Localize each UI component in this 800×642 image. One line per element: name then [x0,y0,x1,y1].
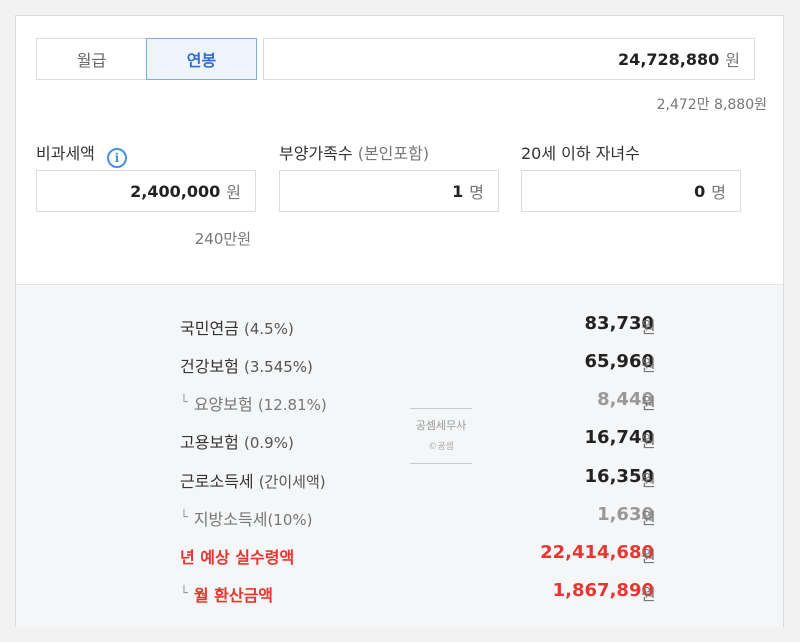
annual-net-row: 년 예상 실수령액 22,414,680 원 [16,542,783,568]
result-unit: 원 [641,585,656,604]
dependents-input[interactable]: 1 명 [279,170,499,212]
result-unit: 원 [641,509,656,528]
nontax-label: 비과세액 [36,144,95,163]
nontax-korean-text: 240만원 [194,230,251,248]
dependents-value: 1 [452,181,464,201]
sub-item-corner-icon: └ [180,395,188,410]
nontax-label-group: 비과세액 i [36,140,127,168]
dependents-label: 부양가족수 [279,144,353,163]
children-value: 0 [694,181,706,201]
salary-input[interactable]: 24,728,880 원 [263,38,755,80]
annual-net-label: 년 예상 실수령액 [180,548,295,567]
result-unit: 원 [641,356,656,375]
result-unit: 원 [641,394,656,413]
result-label: 국민연금 (4.5%) [180,319,294,338]
salary-korean-text: 2,472만 8,880원 [656,97,767,113]
dependents-label-group: 부양가족수 (본인포함) [279,140,429,164]
result-row: 고용보험 (0.9%) 16,740 원 [16,427,783,453]
tab-monthly[interactable]: 월급 [36,38,147,80]
result-row-sub: └ 지방소득세(10%) 1,630 원 [16,504,783,530]
input-section: 월급 연봉 24,728,880 원 2,472만 8,880원 비과세액 i 부… [16,16,783,284]
annual-net-value: 22,414,680 [540,542,654,563]
nontax-unit: 원 [226,183,241,202]
tab-annual[interactable]: 연봉 [146,38,257,80]
stamp-line1: 공셈세무사 [415,419,467,432]
salary-value: 24,728,880 [618,49,720,69]
info-icon[interactable]: i [106,148,127,168]
result-unit: 원 [641,547,656,566]
result-label: 건강보험 (3.545%) [180,357,313,376]
nontax-value: 2,400,000 [130,181,221,201]
watermark-stamp: 공셈세무사 ©공셈 [410,408,472,464]
nontax-input[interactable]: 2,400,000 원 [36,170,256,212]
result-label: 고용보험 (0.9%) [180,433,294,452]
result-label: 근로소득세 (간이세액) [180,472,326,491]
result-unit: 원 [641,471,656,490]
result-label: └ 지방소득세(10%) [180,510,313,529]
results-section: 국민연금 (4.5%) 83,730 원 건강보험 (3.545%) 65,96… [16,284,783,628]
dependents-unit: 명 [469,183,484,202]
children-unit: 명 [711,183,726,202]
monthly-net-row: └ 월 환산금액 1,867,890 원 [16,580,783,606]
result-row: 근로소득세 (간이세액) 16,350 원 [16,466,783,492]
sub-item-corner-icon: └ [180,586,188,601]
monthly-net-label: └ 월 환산금액 [180,586,273,605]
monthly-net-value: 1,867,890 [552,580,654,601]
dependents-label-note: (본인포함) [357,144,430,163]
result-row: 국민연금 (4.5%) 83,730 원 [16,313,783,339]
result-label: └ 요양보험 (12.81%) [180,395,327,414]
result-unit: 원 [641,432,656,451]
result-row-sub: └ 요양보험 (12.81%) 8,440 원 [16,389,783,415]
salary-unit: 원 [725,51,740,70]
sub-item-corner-icon: └ [180,510,188,525]
pay-period-tabs: 월급 연봉 [36,38,257,80]
stamp-line2: ©공셈 [428,442,454,452]
result-unit: 원 [641,318,656,337]
salary-calculator-card: 월급 연봉 24,728,880 원 2,472만 8,880원 비과세액 i 부… [15,15,784,628]
children-input[interactable]: 0 명 [521,170,741,212]
children-label: 20세 이하 자녀수 [521,144,640,163]
result-row: 건강보험 (3.545%) 65,960 원 [16,351,783,377]
